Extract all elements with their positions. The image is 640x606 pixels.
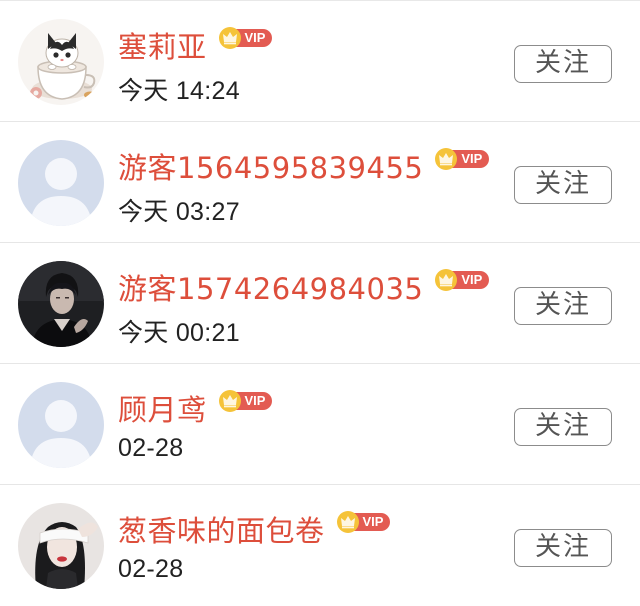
dark-portrait-avatar-icon	[18, 261, 104, 347]
avatar[interactable]	[18, 140, 104, 226]
avatar[interactable]	[18, 261, 104, 347]
timestamp: 今天 00:21	[118, 319, 240, 347]
cat-in-cup-avatar-icon	[18, 19, 104, 105]
user-list: 塞莉亚 VIP 今天 14:24 关注 游客1564595839455 VIP …	[0, 0, 640, 606]
list-item[interactable]: 游客1564595839455 VIP 今天 03:27 关注	[0, 122, 640, 243]
avatar[interactable]	[18, 503, 104, 589]
timestamp: 今天 14:24	[118, 77, 240, 105]
name-line: 游客1564595839455 VIP	[118, 144, 490, 188]
list-item[interactable]: 游客1574264984035 VIP 今天 00:21 关注	[0, 243, 640, 364]
avatar[interactable]	[18, 382, 104, 468]
name-line: 葱香味的面包卷 VIP	[118, 507, 391, 551]
name-line: 顾月鸢 VIP	[118, 386, 273, 430]
crown-icon	[218, 390, 241, 412]
follow-button[interactable]: 关注	[514, 166, 612, 204]
name-line: 塞莉亚 VIP	[118, 23, 273, 67]
timestamp: 今天 03:27	[118, 198, 240, 226]
crown-icon	[336, 511, 359, 533]
default-avatar-icon	[18, 140, 104, 226]
follow-button[interactable]: 关注	[514, 529, 612, 567]
vip-badge: VIP	[218, 27, 273, 49]
vip-label: VIP	[451, 271, 490, 289]
user-name[interactable]: 葱香味的面包卷	[118, 508, 325, 550]
avatar[interactable]	[18, 19, 104, 105]
vip-badge: VIP	[435, 269, 490, 291]
default-avatar-icon	[18, 382, 104, 468]
user-name[interactable]: 顾月鸢	[118, 387, 207, 429]
vip-badge: VIP	[435, 148, 490, 170]
list-item[interactable]: 顾月鸢 VIP 02-28 关注	[0, 364, 640, 485]
user-name[interactable]: 游客1574264984035	[118, 266, 423, 308]
follow-button[interactable]: 关注	[514, 287, 612, 325]
list-item[interactable]: 塞莉亚 VIP 今天 14:24 关注	[0, 1, 640, 122]
user-name[interactable]: 游客1564595839455	[118, 145, 423, 187]
name-line: 游客1574264984035 VIP	[118, 265, 490, 309]
vip-badge: VIP	[336, 511, 391, 533]
crown-icon	[218, 27, 241, 49]
timestamp: 02-28	[118, 434, 184, 462]
blindfold-portrait-avatar-icon	[18, 503, 104, 589]
timestamp: 02-28	[118, 555, 184, 583]
vip-label: VIP	[451, 150, 490, 168]
follow-button[interactable]: 关注	[514, 408, 612, 446]
vip-badge: VIP	[218, 390, 273, 412]
user-name[interactable]: 塞莉亚	[118, 24, 207, 66]
list-item[interactable]: 葱香味的面包卷 VIP 02-28 关注	[0, 485, 640, 606]
follow-button[interactable]: 关注	[514, 45, 612, 83]
